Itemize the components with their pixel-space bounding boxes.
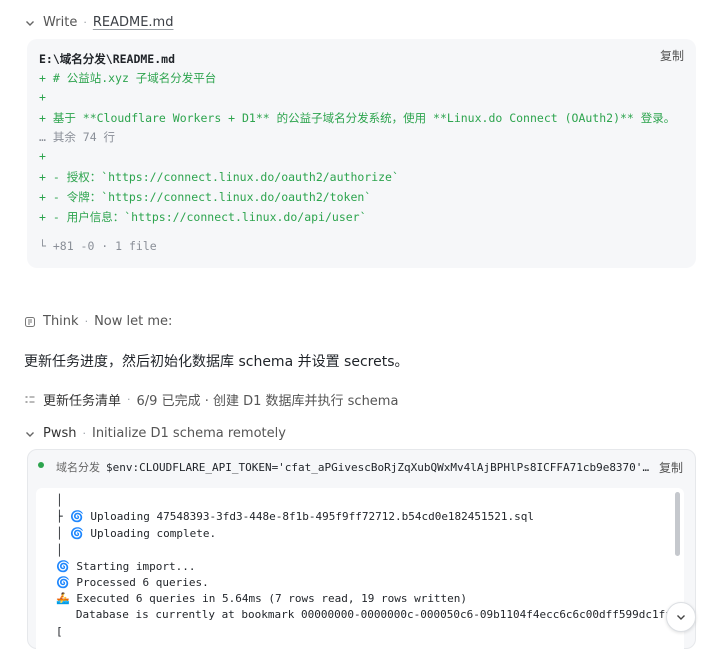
checklist-icon bbox=[25, 395, 35, 403]
command-line: 域名分发 $env:CLOUDFLARE_API_TOKEN='cfat_aPGi… bbox=[56, 459, 650, 475]
output-line: │ bbox=[56, 494, 63, 507]
output-line: 🌀 Starting import... bbox=[56, 560, 196, 573]
assistant-message: 更新任务进度，然后初始化数据库 schema 并设置 secrets。 bbox=[24, 354, 409, 370]
output-line: ├ 🌀 Uploading 47548393-3fd3-448e-8f1b-495… bbox=[56, 510, 535, 523]
output-line: 🌀 Processed 6 queries. bbox=[56, 576, 209, 589]
think-label: Think bbox=[43, 314, 79, 329]
code-line: + bbox=[39, 149, 46, 163]
command-text: $env:CLOUDFLARE_API_TOKEN='cfat_aPGivesc… bbox=[106, 461, 650, 474]
brain-icon bbox=[25, 316, 35, 327]
chevron-down-icon bbox=[677, 615, 685, 620]
think-row[interactable]: Think · Now let me: bbox=[24, 314, 172, 329]
copy-button[interactable]: 复制 bbox=[660, 47, 684, 64]
pwsh-header[interactable]: Pwsh · Initialize D1 schema remotely bbox=[24, 426, 286, 441]
tool-label: Write bbox=[43, 15, 78, 30]
code-line: + - 用户信息：`https://connect.linux.do/api/u… bbox=[39, 210, 367, 224]
code-line: + # 公益站.xyz 子域名分发平台 bbox=[39, 71, 217, 85]
scroll-down-button[interactable] bbox=[666, 602, 696, 632]
output-line: 🚣 Executed 6 queries in 5.64ms (7 rows r… bbox=[56, 592, 468, 605]
separator: · bbox=[82, 427, 86, 440]
separator: · bbox=[84, 315, 89, 328]
task-row[interactable]: 更新任务清单 · 6/9 已完成 · 创建 D1 数据库并执行 schema bbox=[24, 390, 398, 409]
separator: · bbox=[127, 393, 131, 406]
code-card: 复制 E:\域名分发\README.md + # 公益站.xyz 子域名分发平台… bbox=[27, 39, 696, 268]
chevron-down-icon[interactable] bbox=[24, 17, 36, 29]
write-header[interactable]: Write · README.md bbox=[24, 15, 173, 30]
task-text: 6/9 已完成 · 创建 D1 数据库并执行 schema bbox=[136, 394, 399, 409]
output-line: │ bbox=[56, 544, 63, 557]
copy-button[interactable]: 复制 bbox=[659, 459, 683, 476]
cwd-label: 域名分发 bbox=[56, 461, 100, 474]
file-link[interactable]: README.md bbox=[93, 15, 174, 30]
output-line: Database is currently at bookmark 000000… bbox=[56, 608, 684, 621]
pwsh-label: Pwsh bbox=[43, 426, 77, 441]
task-label: 更新任务清单 bbox=[43, 394, 122, 409]
collapsed-lines[interactable]: … 其余 74 行 bbox=[39, 129, 115, 145]
status-dot bbox=[38, 462, 44, 468]
command-bar: 域名分发 $env:CLOUDFLARE_API_TOKEN='cfat_aPGi… bbox=[28, 450, 695, 482]
diff-summary: └ +81 -0 · 1 file bbox=[39, 239, 157, 253]
output-line: [ bbox=[56, 625, 63, 638]
pwsh-desc: Initialize D1 schema remotely bbox=[91, 426, 286, 441]
output-line: │ 🌀 Uploading complete. bbox=[56, 527, 217, 540]
code-line: + - 授权：`https://connect.linux.do/oauth2/… bbox=[39, 170, 399, 184]
separator: · bbox=[83, 16, 87, 29]
code-line: + 基于 **Cloudflare Workers + D1** 的公益子域名分… bbox=[39, 111, 676, 125]
terminal-output[interactable]: │ ├ 🌀 Uploading 47548393-3fd3-448e-8f1b-4… bbox=[36, 488, 684, 658]
terminal-card: 域名分发 $env:CLOUDFLARE_API_TOKEN='cfat_aPGi… bbox=[27, 449, 696, 658]
think-text: Now let me: bbox=[94, 314, 173, 329]
code-line: + bbox=[39, 90, 46, 104]
file-path: E:\域名分发\README.md bbox=[39, 52, 176, 66]
scrollbar[interactable] bbox=[675, 492, 680, 556]
chevron-down-icon[interactable] bbox=[24, 428, 36, 440]
code-line: + - 令牌：`https://connect.linux.do/oauth2/… bbox=[39, 190, 372, 204]
